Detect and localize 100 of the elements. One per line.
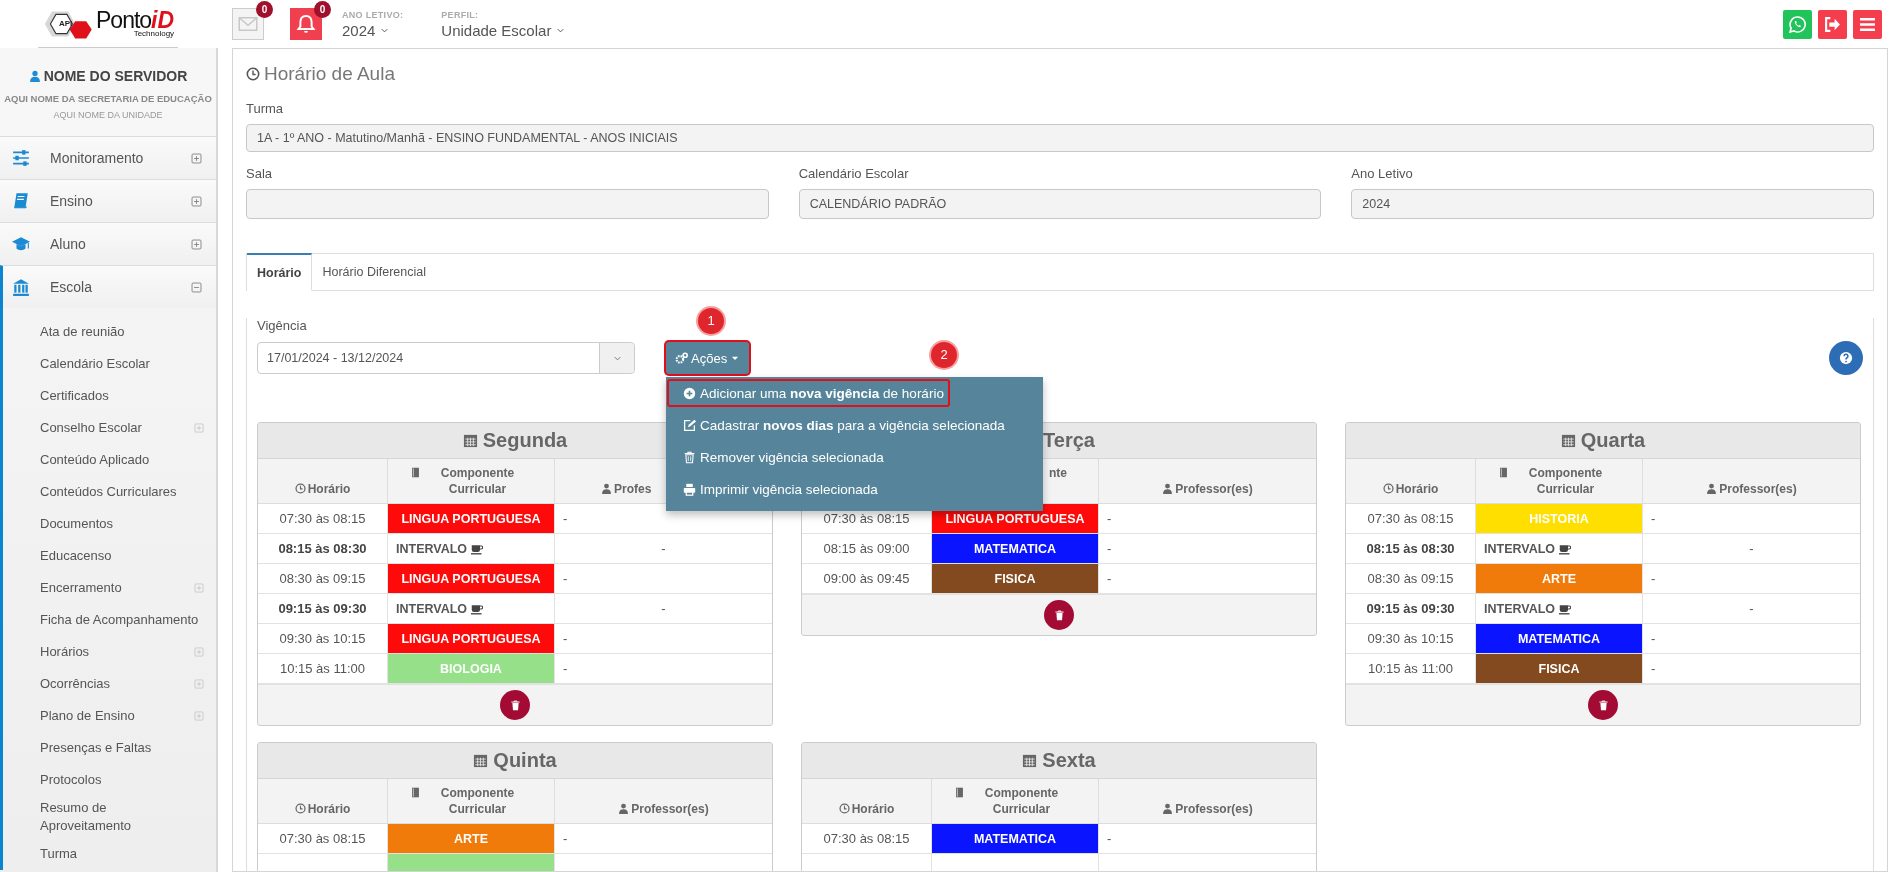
sidebar-subitem[interactable]: Ficha de Acompanhamento <box>3 604 216 636</box>
calendar-icon <box>1560 433 1576 448</box>
subject-cell: LINGUA PORTUGUESA <box>387 623 555 654</box>
break-label: INTERVALO <box>396 541 468 556</box>
delete-button[interactable] <box>1044 600 1074 630</box>
delete-button[interactable] <box>500 690 530 720</box>
sidebar-subitem[interactable]: Conselho Escolar <box>3 412 216 444</box>
date-range-select[interactable]: 17/01/2024 - 13/12/2024 <box>257 342 635 374</box>
column-header: Componente Curricular <box>439 785 516 817</box>
sidebar-subitem[interactable]: Presenças e Faltas <box>3 732 216 764</box>
subject-cell: LINGUA PORTUGUESA <box>387 563 555 594</box>
sidebar-subitem[interactable]: Conteúdos Curriculares <box>3 476 216 508</box>
logo-text: Ponto <box>96 9 152 31</box>
column-header: Horário <box>307 801 351 817</box>
day-title: Quinta <box>493 749 557 772</box>
subject-cell: MATEMATICA <box>1475 623 1643 654</box>
sidebar-subitem[interactable]: Conteúdo Aplicado <box>3 444 216 476</box>
column-header: Horário <box>851 801 895 817</box>
column-header: Profes <box>614 481 652 497</box>
sidebar-subitem[interactable]: Certificados <box>3 380 216 412</box>
sliders-icon <box>12 149 30 167</box>
table-cell: 07:30 às 08:15 <box>279 511 366 526</box>
table-cell: 08:15 às 08:30 <box>1366 541 1455 556</box>
sidebar-subitem[interactable]: Documentos <box>3 508 216 540</box>
bell-icon <box>296 14 316 34</box>
envelope-icon <box>238 14 258 34</box>
menu-item[interactable]: Remover vigência selecionada <box>667 443 890 471</box>
break-label: INTERVALO <box>396 601 468 616</box>
selector-dropdown[interactable]: Unidade Escolar <box>441 21 567 39</box>
subject-cell: MATEMATICA <box>931 823 1099 854</box>
menu-item[interactable]: Adicionar uma nova vigência de horário <box>667 379 950 407</box>
book-icon <box>1497 467 1509 478</box>
help-button[interactable] <box>1829 341 1863 375</box>
menu-icon <box>1859 15 1876 33</box>
selector-label: ANO LETIVO: <box>342 9 404 20</box>
subject-cell: ARTE <box>387 823 555 854</box>
selector-label: PERFIL: <box>441 9 480 20</box>
logout-button[interactable] <box>1818 9 1847 39</box>
tab[interactable]: Horário <box>247 253 313 291</box>
field-label: Ano Letivo <box>1351 166 1414 181</box>
sidebar-item[interactable]: Aluno <box>0 223 216 265</box>
sidebar-subitem[interactable]: Plano de Ensino <box>3 700 216 732</box>
input-field[interactable]: 2024 <box>1351 189 1874 219</box>
day-title: Terça <box>1043 429 1095 452</box>
day-title: Quarta <box>1580 429 1646 452</box>
day-title: Sexta <box>1042 749 1096 772</box>
column-header: nte <box>1049 465 1067 481</box>
calendar-icon <box>473 753 489 768</box>
clock-icon <box>294 803 306 814</box>
selector-dropdown[interactable]: 2024 <box>342 21 404 39</box>
sidebar-subitem[interactable]: Calendário Escolar <box>3 348 216 380</box>
notifications-button[interactable] <box>290 8 322 40</box>
book-icon <box>12 192 30 210</box>
table-cell: - <box>1651 571 1656 586</box>
table-cell: - <box>1107 541 1112 556</box>
department-name: AQUI NOME DA SECRETARIA DE EDUCAÇÃO <box>3 93 213 104</box>
logo-text: iD <box>151 9 175 31</box>
sidebar-item[interactable]: Escola <box>3 266 216 308</box>
column-header: Horário <box>307 481 351 497</box>
sidebar-subitem[interactable]: Turma <box>3 838 216 870</box>
menu-label: Ensino <box>50 193 94 209</box>
table-cell: - <box>661 601 666 616</box>
mail-button[interactable] <box>232 8 264 40</box>
table-cell: 09:00 às 09:45 <box>823 571 910 586</box>
sidebar-subitem[interactable]: Protocolos <box>3 764 216 796</box>
menu-button[interactable] <box>1853 9 1882 39</box>
menu-label: Monitoramento <box>50 150 145 166</box>
menu-item[interactable]: Cadastrar novos dias para a vigência selecionada <box>667 411 1011 439</box>
break-label: INTERVALO <box>1484 541 1556 556</box>
actions-button[interactable]: Ações <box>666 342 750 374</box>
input-field[interactable]: 1A - 1º ANO - Matutino/Manhã - ENSINO FUNDAMENTAL - ANOS INICIAIS <box>246 124 1874 152</box>
bank-icon <box>12 278 30 296</box>
table-cell: 08:15 às 09:00 <box>823 541 910 556</box>
menu-label: Aluno <box>50 236 87 252</box>
calendar-icon <box>1022 753 1038 768</box>
table-cell: 08:30 às 09:15 <box>1367 571 1454 586</box>
column-header: Horário <box>1395 481 1439 497</box>
input-field[interactable]: CALENDÁRIO PADRÃO <box>798 189 1322 219</box>
table-cell: 10:15 às 11:00 <box>279 661 366 676</box>
sidebar-subitem[interactable]: Ocorrências <box>3 668 216 700</box>
table-cell: - <box>1651 631 1656 646</box>
sidebar-subitem[interactable]: Horários <box>3 636 216 668</box>
table-cell: 08:15 às 08:30 <box>278 541 367 556</box>
table-cell: - <box>1107 571 1112 586</box>
tab[interactable]: Horário Diferencial <box>312 254 436 290</box>
sidebar-subitem[interactable]: Educacenso <box>3 540 216 572</box>
menu-item[interactable]: Imprimir vigência selecionada <box>667 475 884 503</box>
sidebar-subitem[interactable]: Ata de reunião <box>3 316 216 348</box>
user-icon <box>601 483 612 494</box>
subject-cell: BIOLOGIA <box>387 653 555 684</box>
delete-button[interactable] <box>1588 690 1618 720</box>
sidebar-item[interactable]: Ensino <box>0 180 216 222</box>
sidebar-subitem[interactable]: Resumo de Aproveitamento <box>3 796 216 838</box>
step-badge: 1 <box>698 308 724 334</box>
subject-cell: ARTE <box>1475 563 1643 594</box>
sidebar-item[interactable]: Monitoramento <box>0 137 216 179</box>
table-cell: 07:30 às 08:15 <box>823 831 910 846</box>
table-cell: 09:15 às 09:30 <box>1366 601 1455 616</box>
input-field[interactable] <box>246 189 769 219</box>
sidebar-subitem[interactable]: Encerramento <box>3 572 216 604</box>
